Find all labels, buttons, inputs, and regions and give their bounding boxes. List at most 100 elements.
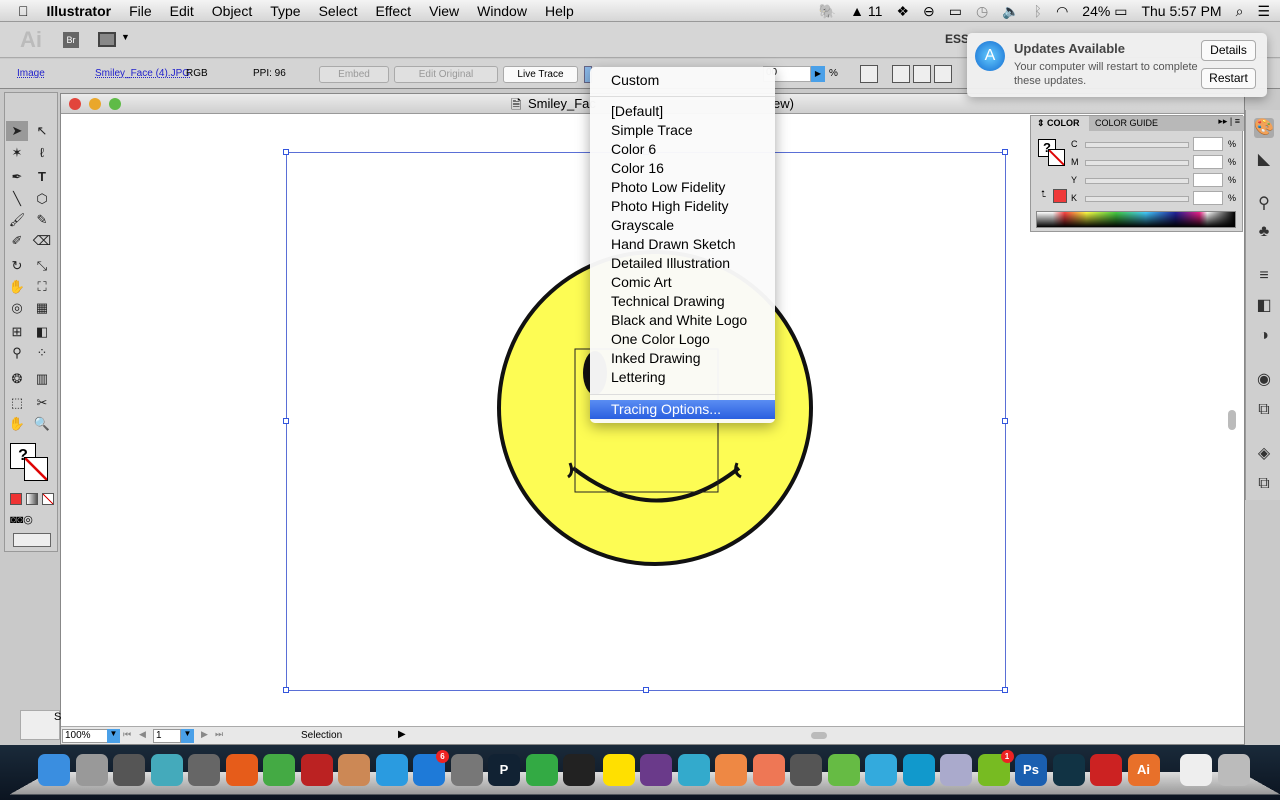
clock[interactable]: Thu 5:57 PM bbox=[1141, 3, 1221, 19]
details-button[interactable]: Details bbox=[1201, 40, 1256, 61]
align-right-icon[interactable] bbox=[934, 65, 952, 83]
paintbrush-icon[interactable]: 🖌 bbox=[6, 210, 28, 230]
handle-bottom-left[interactable] bbox=[283, 687, 289, 693]
free-transform-icon[interactable]: ⛶ bbox=[31, 277, 53, 297]
spotlight-icon[interactable]: ⌕ bbox=[1236, 3, 1244, 20]
handle-right[interactable] bbox=[1002, 418, 1008, 424]
stroke-icon[interactable]: ≡ bbox=[1254, 266, 1274, 286]
time-machine-icon[interactable]: ◷ bbox=[976, 3, 988, 20]
color-spectrum[interactable] bbox=[1036, 211, 1236, 228]
warp-icon[interactable]: ✋ bbox=[6, 277, 28, 297]
stroke-swatch-icon[interactable] bbox=[1048, 149, 1065, 166]
artboards-icon[interactable]: ⧉ bbox=[1254, 474, 1274, 494]
dropbox-icon[interactable]: ❖ bbox=[896, 3, 909, 20]
menu-item-custom[interactable]: Custom bbox=[611, 71, 659, 90]
lasso-icon[interactable]: ℓ bbox=[31, 143, 53, 163]
dock-mw2-icon[interactable] bbox=[1090, 754, 1122, 786]
polygon-icon[interactable]: ⬡ bbox=[31, 189, 53, 209]
menu-view[interactable]: View bbox=[420, 3, 468, 19]
dock-photo-booth-icon[interactable] bbox=[300, 754, 333, 786]
color-panel-icon[interactable]: 🎨 bbox=[1254, 118, 1274, 138]
minimized-document[interactable]: S bbox=[20, 710, 61, 740]
scale-icon[interactable]: ⤡ bbox=[31, 256, 53, 276]
color-mode-icon[interactable] bbox=[10, 493, 22, 505]
artboard-dropdown-icon[interactable]: ▼ bbox=[181, 729, 194, 743]
notification-center-icon[interactable]: ☰ bbox=[1257, 3, 1270, 20]
dock-documents-stack[interactable] bbox=[1180, 754, 1212, 786]
artboard-icon[interactable]: ⬚ bbox=[6, 393, 28, 413]
k-slider[interactable] bbox=[1085, 196, 1189, 202]
graphic-styles-icon[interactable]: ⧉ bbox=[1254, 400, 1274, 420]
image-link[interactable]: Image bbox=[17, 68, 45, 79]
zoom-dropdown-icon[interactable]: ▼ bbox=[107, 729, 120, 743]
c-slider[interactable] bbox=[1085, 142, 1189, 148]
live-trace-button[interactable]: Live Trace bbox=[503, 66, 578, 83]
close-button[interactable] bbox=[69, 98, 81, 110]
transparency-icon[interactable]: ◑ bbox=[1254, 326, 1274, 346]
adobe-updates[interactable]: ▲ 11 bbox=[850, 3, 882, 19]
dock-powerpoint-icon[interactable] bbox=[752, 754, 785, 786]
file-link[interactable]: Smiley_Face (4).JPG bbox=[95, 68, 190, 79]
battery[interactable]: 24% ▭ bbox=[1082, 3, 1127, 20]
menu-item-photo-low[interactable]: Photo Low Fidelity bbox=[611, 178, 725, 197]
chevron-down-icon[interactable]: ▼ bbox=[121, 32, 130, 42]
menu-item-one-color-logo[interactable]: One Color Logo bbox=[611, 330, 710, 349]
menu-item-comic-art[interactable]: Comic Art bbox=[611, 273, 672, 292]
zoom-level-field[interactable]: 100% bbox=[62, 729, 108, 743]
dock-pixelmator-icon[interactable]: P bbox=[488, 754, 520, 786]
handle-top-left[interactable] bbox=[283, 149, 289, 155]
dock-spotify-icon[interactable]: 1 bbox=[977, 750, 1014, 786]
handle-top-right[interactable] bbox=[1002, 149, 1008, 155]
last-artboard-icon[interactable]: ⏭ bbox=[215, 729, 223, 740]
menu-item-bw-logo[interactable]: Black and White Logo bbox=[611, 311, 747, 330]
dock-system-preferences-icon[interactable] bbox=[450, 754, 483, 786]
menu-item-tracing-options[interactable]: Tracing Options... bbox=[590, 400, 775, 419]
dock-illustrator-icon[interactable]: Ai bbox=[1127, 754, 1160, 786]
eraser-icon[interactable]: ⌫ bbox=[31, 231, 53, 251]
line-icon[interactable]: ╲ bbox=[6, 189, 28, 209]
menu-file[interactable]: File bbox=[120, 3, 161, 19]
menu-item-lettering[interactable]: Lettering bbox=[611, 368, 665, 387]
dock-chrome-icon[interactable] bbox=[263, 754, 295, 786]
next-artboard-icon[interactable]: ▶ bbox=[201, 729, 208, 740]
k-value-field[interactable] bbox=[1193, 191, 1223, 205]
brushes-icon[interactable]: ⚲ bbox=[1254, 194, 1274, 214]
tab-color-guide[interactable]: COLOR GUIDE bbox=[1089, 116, 1166, 131]
m-value-field[interactable] bbox=[1193, 155, 1223, 169]
menu-item-detailed[interactable]: Detailed Illustration bbox=[611, 254, 730, 273]
menu-item-hand-drawn[interactable]: Hand Drawn Sketch bbox=[611, 235, 736, 254]
menu-type[interactable]: Type bbox=[261, 3, 309, 19]
dock-word-icon[interactable] bbox=[865, 754, 897, 786]
align-center-icon[interactable] bbox=[913, 65, 931, 83]
dock-preview-icon[interactable] bbox=[940, 754, 972, 786]
menu-item-default[interactable]: [Default] bbox=[611, 102, 663, 121]
direct-selection-icon[interactable]: ↖ bbox=[31, 121, 53, 141]
bluetooth-icon[interactable]: ᛒ bbox=[1034, 3, 1042, 19]
slice-icon[interactable]: ✂ bbox=[31, 393, 53, 413]
menu-select[interactable]: Select bbox=[310, 3, 367, 19]
align-left-icon[interactable] bbox=[892, 65, 910, 83]
align-to-icon[interactable] bbox=[860, 65, 878, 83]
dock-mw-icon[interactable] bbox=[1052, 754, 1085, 786]
handle-left[interactable] bbox=[283, 418, 289, 424]
dock-firefox-icon[interactable] bbox=[225, 754, 258, 786]
magic-wand-icon[interactable]: ✶ bbox=[6, 143, 28, 163]
gradient-icon[interactable]: ◧ bbox=[31, 322, 53, 342]
color-guide-icon[interactable]: ◣ bbox=[1254, 150, 1274, 170]
handle-bottom-right[interactable] bbox=[1002, 687, 1008, 693]
shape-builder-icon[interactable]: ◎ bbox=[6, 298, 28, 318]
blob-brush-icon[interactable]: ✐ bbox=[6, 231, 28, 251]
embed-button[interactable]: Embed bbox=[319, 66, 389, 83]
horizontal-scrollbar[interactable] bbox=[811, 732, 827, 739]
menu-item-simple-trace[interactable]: Simple Trace bbox=[611, 121, 693, 140]
dock-trash-icon[interactable] bbox=[1218, 754, 1250, 786]
dock-window-icon[interactable] bbox=[790, 754, 822, 786]
y-value-field[interactable] bbox=[1193, 173, 1223, 187]
stroke-swatch-icon[interactable] bbox=[24, 457, 48, 481]
dock-safari-icon[interactable] bbox=[150, 754, 183, 786]
dock-network-icon[interactable] bbox=[902, 754, 935, 786]
dock-iphoto-icon[interactable] bbox=[338, 754, 370, 786]
graph-icon[interactable]: ▥ bbox=[31, 369, 53, 389]
panel-menu-icon[interactable]: ▸▸ | ≡ bbox=[1166, 116, 1244, 131]
y-slider[interactable] bbox=[1085, 178, 1189, 184]
